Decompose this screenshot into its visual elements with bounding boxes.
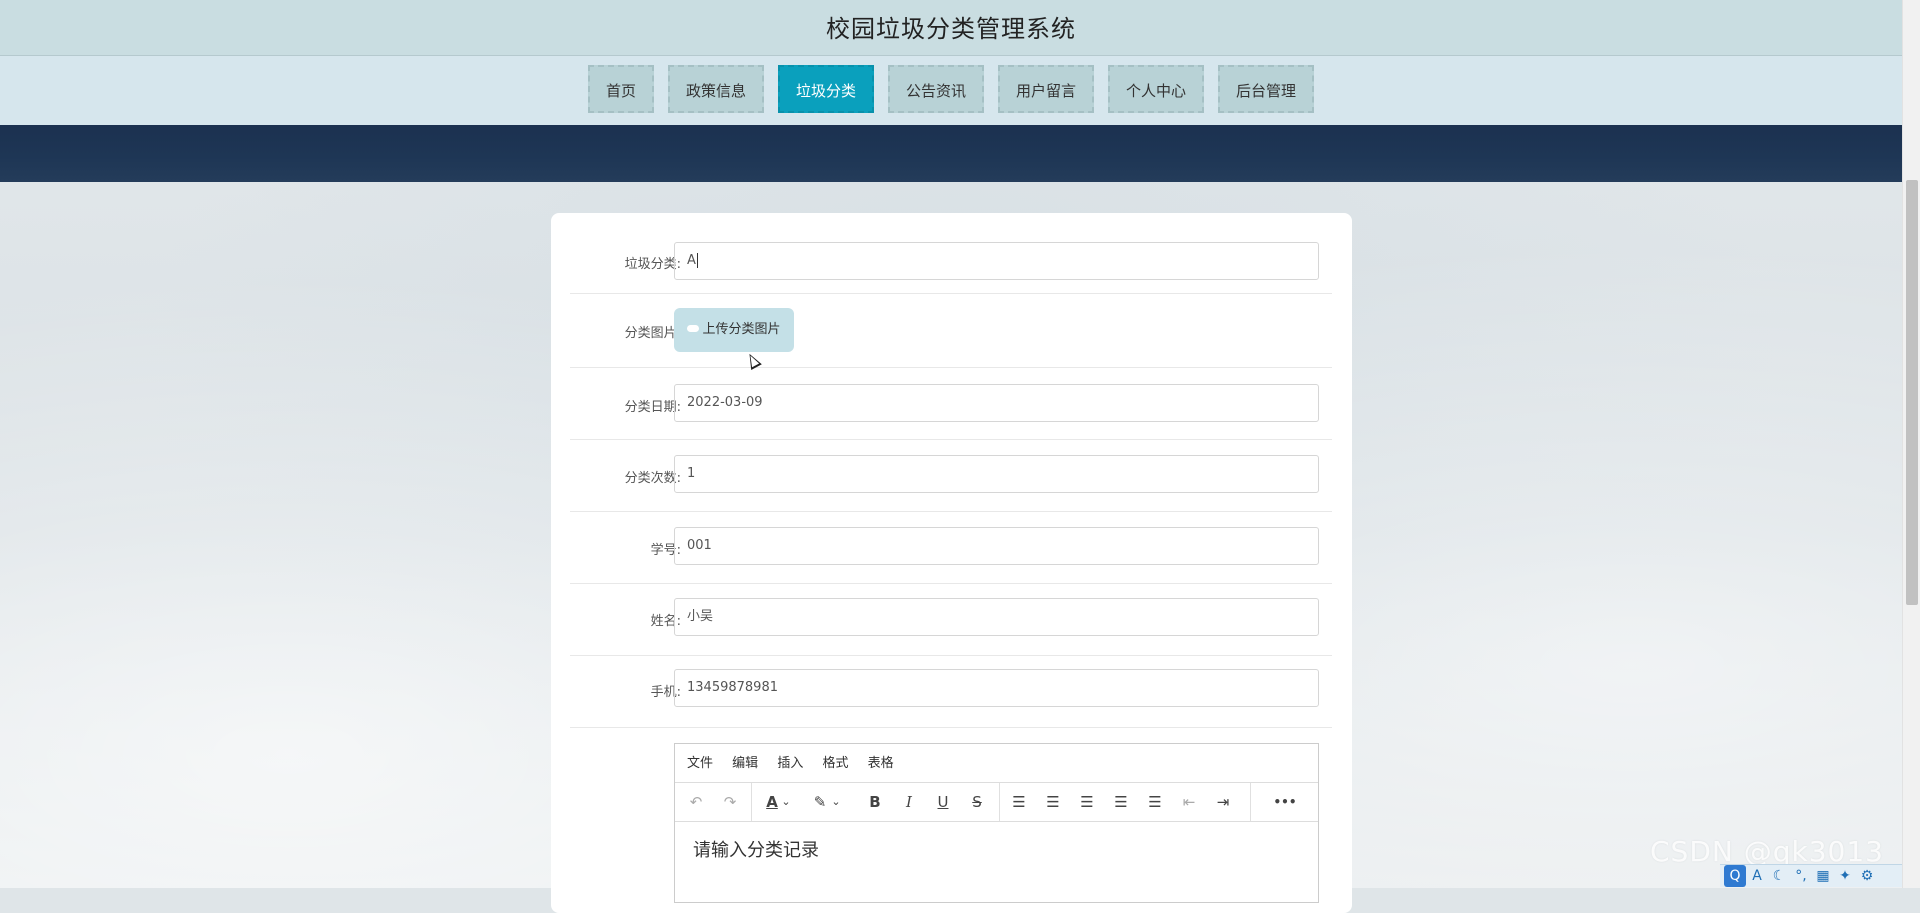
toolbar-divider [1250,783,1251,821]
menu-format[interactable]: 格式 [822,744,848,783]
strikethrough-icon[interactable]: S [964,783,990,821]
underline-icon[interactable]: U [930,783,956,821]
ime-language-icon[interactable]: A [1746,865,1768,887]
ime-settings-icon[interactable]: ⚙ [1856,865,1878,887]
form-row-count: 分类次数: 1 [570,440,1332,512]
menu-insert[interactable]: 插入 [777,744,803,783]
bold-icon[interactable]: B [862,783,888,821]
phone-input[interactable]: 13459878981 [674,669,1319,707]
form-row-name: 姓名: 小吴 [570,584,1332,656]
menu-edit[interactable]: 编辑 [732,744,758,783]
ime-search-icon[interactable]: Q [1724,865,1746,887]
category-value: A [687,253,696,268]
date-input[interactable]: 2022-03-09 [674,384,1319,422]
highlight-dropdown-icon[interactable]: ⌄ [829,783,843,821]
upload-image-button[interactable]: 上传分类图片 [674,308,794,352]
align-left-icon[interactable]: ☰ [1040,783,1066,821]
editor-menubar: 文件 编辑 插入 格式 表格 [675,744,1318,783]
site-title: 校园垃圾分类管理系统 [826,15,1076,43]
undo-icon[interactable]: ↶ [683,783,709,821]
italic-icon[interactable]: I [896,783,922,821]
ime-moon-icon[interactable]: ☾ [1768,865,1790,887]
ime-tray: Q A ☾ °, ▦ ✦ ⚙ [1720,864,1902,887]
name-input[interactable]: 小吴 [674,598,1319,636]
editor-toolbar: ↶ ↷ A ⌄ ✎ ⌄ B I U S ☰ ☰ ☰ ☰ ☰ ⇤ ⇥ ••• [675,783,1318,822]
student-id-input[interactable]: 001 [674,527,1319,565]
ime-skin-icon[interactable]: ✦ [1834,865,1856,887]
date-label: 分类日期: [624,400,681,415]
nav-item-garbage-category[interactable]: 垃圾分类 [777,65,874,113]
form-row-category: 垃圾分类: A [570,242,1332,294]
nav-list: 首页 政策信息 垃圾分类 公告资讯 用户留言 个人中心 后台管理 [0,65,1902,113]
category-input[interactable]: A [674,242,1319,280]
text-color-dropdown-icon[interactable]: ⌄ [779,783,793,821]
image-label: 分类图片: [624,326,681,341]
editor-content[interactable]: 请输入分类记录 [675,822,1318,876]
nav-item-personal-center[interactable]: 个人中心 [1108,65,1205,113]
ime-punctuation-icon[interactable]: °, [1790,865,1812,887]
form-row-student-id: 学号: 001 [570,512,1332,584]
nav-item-announcements[interactable]: 公告资讯 [887,65,984,113]
count-label: 分类次数: [624,471,681,486]
main-nav: 首页 政策信息 垃圾分类 公告资讯 用户留言 个人中心 后台管理 [0,56,1902,125]
page-scrollbar[interactable] [1902,0,1920,888]
cloud-upload-icon [687,325,700,332]
menu-table[interactable]: 表格 [868,744,894,783]
scrollbar-thumb[interactable] [1906,180,1918,605]
form-row-image: 分类图片: 上传分类图片 [570,294,1332,368]
indent-icon[interactable]: ⇥ [1210,783,1236,821]
top-header: 校园垃圾分类管理系统 [0,0,1902,56]
nav-item-policy[interactable]: 政策信息 [667,65,764,113]
align-right-icon[interactable]: ☰ [1108,783,1134,821]
upload-button-label: 上传分类图片 [702,322,781,337]
form-row-phone: 手机: 13459878981 [570,656,1332,728]
nav-item-home[interactable]: 首页 [587,65,654,113]
ime-keyboard-icon[interactable]: ▦ [1812,865,1834,887]
count-input[interactable]: 1 [674,455,1319,493]
toolbar-divider [751,783,752,821]
outdent-icon[interactable]: ⇤ [1176,783,1202,821]
menu-file[interactable]: 文件 [687,744,713,783]
category-label: 垃圾分类: [624,257,681,272]
justify-icon[interactable]: ☰ [1142,783,1168,821]
form-row-date: 分类日期: 2022-03-09 [570,368,1332,440]
rich-text-editor: 文件 编辑 插入 格式 表格 ↶ ↷ A ⌄ ✎ ⌄ B I U S ☰ ☰ ☰… [674,743,1319,903]
numbered-list-icon[interactable]: ☰ [1006,783,1032,821]
toolbar-divider [999,783,1000,821]
nav-item-admin[interactable]: 后台管理 [1218,65,1315,113]
align-center-icon[interactable]: ☰ [1074,783,1100,821]
more-icon[interactable]: ••• [1267,783,1303,821]
text-caret [696,253,698,268]
redo-icon[interactable]: ↷ [717,783,743,821]
nav-item-messages[interactable]: 用户留言 [998,65,1095,113]
banner [0,125,1902,182]
